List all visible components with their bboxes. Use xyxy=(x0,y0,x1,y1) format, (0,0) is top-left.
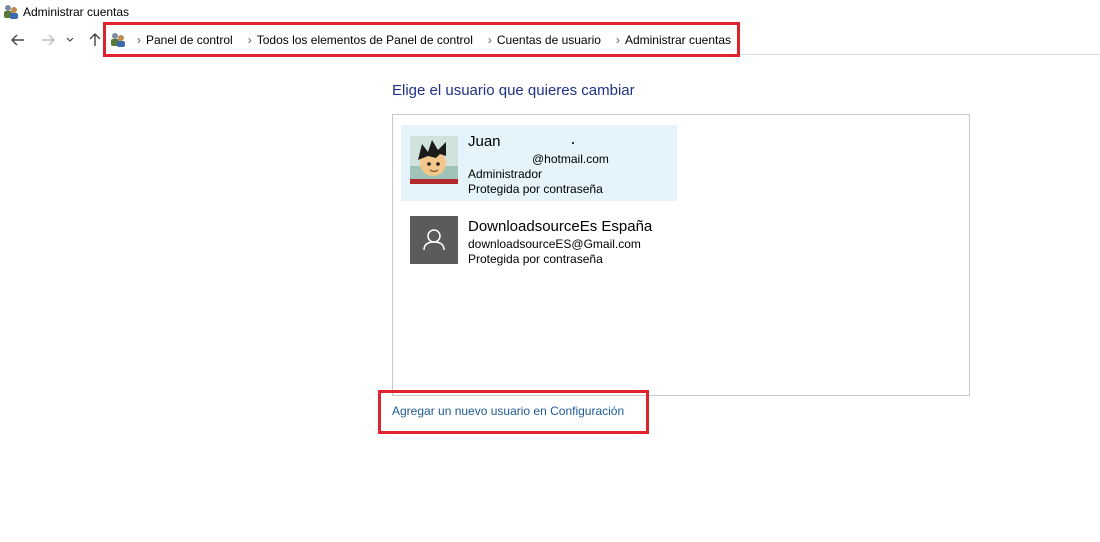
chevron-right-icon[interactable]: › xyxy=(611,33,625,47)
user-protection: Protegida por contraseña xyxy=(468,182,603,196)
breadcrumb-todos-los-elementos[interactable]: Todos los elementos de Panel de control xyxy=(257,33,473,47)
page-heading: Elige el usuario que quieres cambiar xyxy=(392,82,635,99)
add-user-link[interactable]: Agregar un nuevo usuario en Configuració… xyxy=(392,404,624,418)
breadcrumb-cuentas-de-usuario[interactable]: Cuentas de usuario xyxy=(497,33,601,47)
chevron-down-icon[interactable] xyxy=(62,30,78,50)
user-avatar xyxy=(410,216,458,264)
user-name: DownloadsourceEs España xyxy=(468,218,653,235)
user-avatar xyxy=(410,136,458,184)
user-protection: Protegida por contraseña xyxy=(468,252,603,266)
breadcrumb-panel-de-control[interactable]: Panel de control xyxy=(146,33,233,47)
person-icon xyxy=(410,216,458,264)
user-email: downloadsourceES@Gmail.com xyxy=(468,237,641,251)
breadcrumb: › Panel de control › Todos los elementos… xyxy=(132,33,741,47)
chevron-right-icon[interactable]: › xyxy=(132,33,146,47)
navigation-bar: › Panel de control › Todos los elementos… xyxy=(0,27,1100,55)
window-title: Administrar cuentas xyxy=(23,5,130,19)
arrow-up-icon[interactable] xyxy=(85,30,105,50)
user-accounts-icon xyxy=(110,32,126,48)
chevron-right-icon[interactable]: › xyxy=(483,33,497,47)
breadcrumb-administrar-cuentas[interactable]: Administrar cuentas xyxy=(625,33,731,47)
user-accounts-icon xyxy=(3,4,19,20)
user-card-juan[interactable]: Juan @hotmail.com Administrador Protegid… xyxy=(401,125,677,201)
chevron-right-icon[interactable]: › xyxy=(243,33,257,47)
user-name: Juan xyxy=(468,133,501,150)
user-role: Administrador xyxy=(468,167,543,181)
user-email: @hotmail.com xyxy=(532,152,609,166)
arrow-left-icon[interactable] xyxy=(8,30,28,50)
title-bar: Administrar cuentas xyxy=(0,0,1100,24)
arrow-right-icon[interactable] xyxy=(38,30,58,50)
user-card-downloadsource[interactable]: DownloadsourceEs España downloadsourceES… xyxy=(401,205,677,281)
